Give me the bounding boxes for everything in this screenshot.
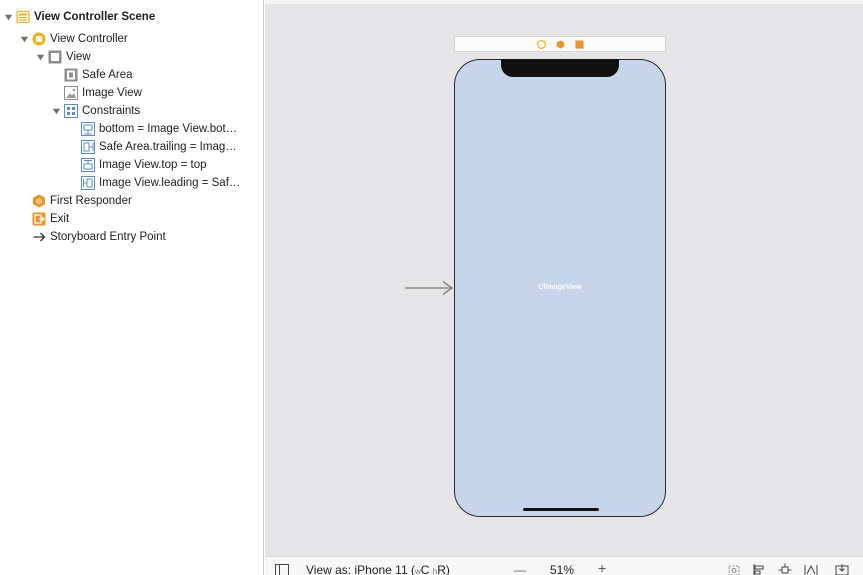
outline-row-constraints[interactable]: Constraints [51,102,140,120]
document-outline: View Controller Scene View Controller Vi… [0,0,264,575]
constraint-label: Image View.top = top [99,159,207,171]
view-controller-icon [32,32,46,46]
outline-row-entry-point[interactable]: Storyboard Entry Point [32,228,166,246]
first-responder-icon[interactable] [556,39,565,49]
update-frames-icon[interactable] [727,563,741,575]
first-responder-icon [32,194,46,208]
iphone-frame[interactable]: UIImageView [454,59,666,517]
scene-icon [16,10,30,24]
zoom-in-button[interactable]: + [598,560,606,575]
constraint-label: Safe Area.trailing = Imag… [99,141,237,153]
constraint-trailing-icon [81,140,95,154]
view-as-label: View as: iPhone 11 ( [306,563,415,575]
outline-row-constraint[interactable]: Image View.leading = Saf… [81,174,240,192]
scene-dock[interactable] [454,36,666,52]
image-view-label: Image View [82,87,142,99]
outline-row-safe-area[interactable]: Safe Area [64,66,133,84]
first-responder-label: First Responder [50,195,132,207]
disclosure-triangle-icon[interactable] [3,12,13,22]
scene-label: View Controller Scene [34,11,156,23]
safe-area-icon [64,68,78,82]
constraint-label: Image View.leading = Saf… [99,177,241,189]
toggle-outline-icon[interactable] [275,563,289,575]
zoom-level[interactable]: 51% [550,563,574,575]
disclosure-triangle-icon[interactable] [35,52,45,62]
outline-row-image-view[interactable]: Image View [64,84,142,102]
outline-row-constraint[interactable]: Image View.top = top [81,156,207,174]
canvas-bottom-bar: View as: iPhone 11 (wC hR) — 51% + [265,556,863,575]
disclosure-triangle-icon[interactable] [19,34,29,44]
outline-row-constraint[interactable]: bottom = Image View.bot… [81,120,237,138]
embed-in-icon[interactable] [835,563,849,575]
outline-row-constraint[interactable]: Safe Area.trailing = Imag… [81,138,237,156]
outline-row-view-controller[interactable]: View Controller [19,30,128,48]
exit-label: Exit [50,213,70,225]
image-view-icon [64,86,78,100]
align-icon[interactable] [752,563,766,575]
outline-row-scene[interactable]: View Controller Scene [3,8,155,26]
exit-icon[interactable] [574,39,584,49]
safe-area-label: Safe Area [82,69,133,81]
resolve-issues-icon[interactable] [804,563,818,575]
outline-row-exit[interactable]: Exit [32,210,69,228]
constraints-icon [64,104,78,118]
device-notch [501,59,619,77]
entry-arrow-icon [32,230,46,244]
exit-icon [32,212,46,226]
view-controller-label: View Controller [50,33,128,45]
add-constraints-icon[interactable] [778,563,792,575]
view-controller-icon[interactable] [536,39,546,49]
home-indicator [523,508,599,511]
constraint-leading-icon [81,176,95,190]
entry-point-label: Storyboard Entry Point [50,231,166,243]
outline-row-view[interactable]: View [35,48,91,66]
constraint-label: bottom = Image View.bot… [99,123,238,135]
image-view-placeholder: UIImageView [538,284,582,291]
disclosure-triangle-icon[interactable] [51,106,61,116]
outline-row-first-responder[interactable]: First Responder [32,192,132,210]
view-label: View [66,51,91,63]
constraints-label: Constraints [82,105,141,117]
size-class-C: C [420,563,430,575]
storyboard-canvas[interactable]: UIImageView [265,4,863,556]
view-as-device-button[interactable]: View as: iPhone 11 (wC hR) [306,563,450,575]
storyboard-entry-arrow-icon[interactable] [405,280,455,296]
view-icon [48,50,62,64]
constraint-top-icon [81,158,95,172]
constraint-bottom-icon [81,122,95,136]
zoom-out-button[interactable]: — [514,563,526,575]
size-class-R: R) [437,563,450,575]
